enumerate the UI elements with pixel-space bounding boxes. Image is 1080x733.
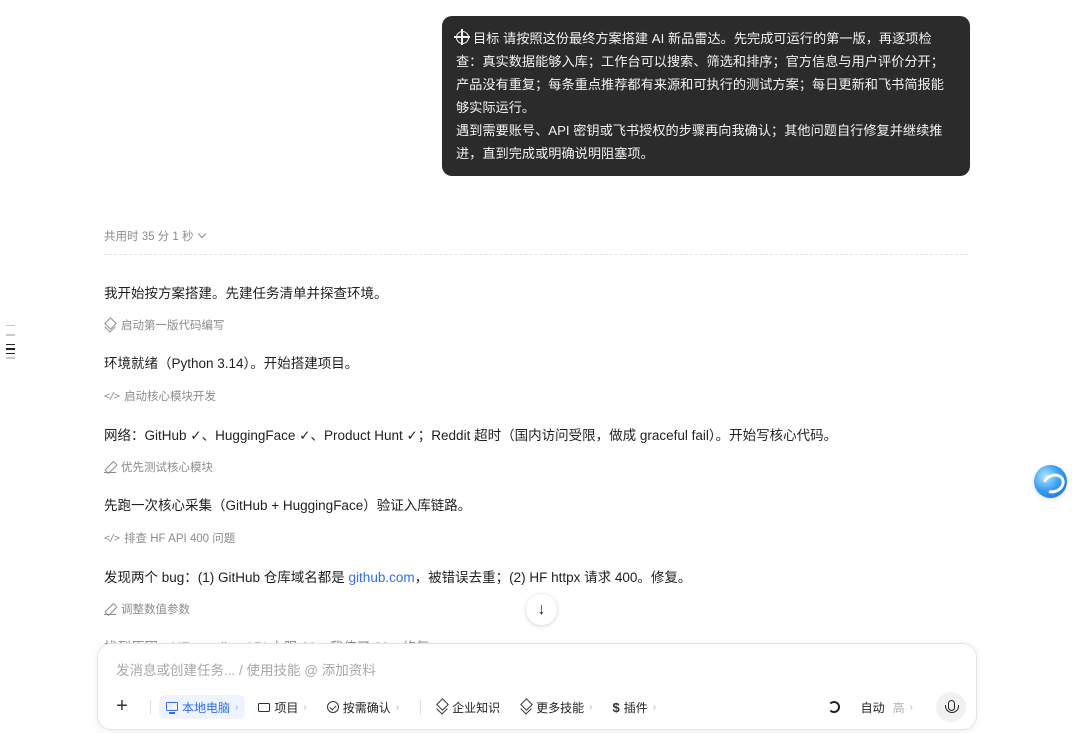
chevron-right-icon: › xyxy=(652,701,657,713)
assistant-message: 网络：GitHub ✓、HuggingFace ✓、Product Hunt ✓… xyxy=(104,428,838,443)
arrow-down-icon: ↓ xyxy=(537,600,546,618)
pen-icon xyxy=(104,461,116,473)
check-circle-icon xyxy=(326,701,339,713)
mode-level: 高 xyxy=(892,700,905,715)
step-label: 启动第一版代码编写 xyxy=(121,320,225,332)
message-composer[interactable]: 发消息或创建任务... / 使用技能 @ 添加资料 + 本地电脑 › 项目 › … xyxy=(97,643,977,730)
assistant-orb-icon[interactable] xyxy=(1034,465,1067,498)
chip-label: 企业知识 xyxy=(452,700,501,715)
plug-icon: $ xyxy=(612,699,620,715)
outline-tick-active[interactable] xyxy=(6,348,15,350)
chevron-right-icon: › xyxy=(235,701,239,713)
step-item[interactable]: 优先测试核心模块 xyxy=(104,459,213,475)
outline-tick[interactable] xyxy=(6,334,15,336)
layers-icon xyxy=(436,701,448,713)
message-text: ，被错误去重；(2) HF httpx 请求 400。修复。 xyxy=(414,570,692,585)
chat-page: 目标 请按照这份最终方案搭建 AI 新品雷达。先完成可运行的第一版，再逐项检查：… xyxy=(0,0,1080,733)
chip-label: 本地电脑 xyxy=(182,700,231,715)
github-link[interactable]: github.com xyxy=(349,570,415,585)
chip-label: 插件 xyxy=(623,700,648,715)
monitor-icon xyxy=(166,701,178,714)
plugins-chip[interactable]: $ 插件 › xyxy=(605,695,663,719)
local-computer-chip[interactable]: 本地电脑 › xyxy=(159,695,246,719)
user-message-paragraph-2: 遇到需要账号、API 密钥或飞书授权的步骤再向我确认；其他问题自行修复并继续推进… xyxy=(456,123,943,161)
elapsed-time-text: 共用时 35 分 1 秒 xyxy=(104,231,194,243)
chip-label: 项目 xyxy=(274,700,299,715)
more-skills-chip[interactable]: 更多技能 › xyxy=(513,695,599,719)
assistant-message: 发现两个 bug：(1) GitHub 仓库域名都是 github.com，被错… xyxy=(104,566,691,586)
target-icon xyxy=(454,29,470,45)
composer-input[interactable]: 发消息或创建任务... / 使用技能 @ 添加资料 xyxy=(116,659,376,679)
toolbar-divider xyxy=(420,700,422,714)
outline-tick[interactable] xyxy=(6,357,15,359)
voice-input-button[interactable] xyxy=(936,692,966,722)
chevron-down-icon xyxy=(198,229,207,239)
conversation-outline[interactable] xyxy=(6,325,16,367)
chip-label: 按需确认 xyxy=(342,700,391,715)
step-label: 调整数值参数 xyxy=(121,604,190,616)
code-icon: </> xyxy=(104,390,120,402)
outline-tick-active[interactable] xyxy=(6,352,15,355)
mode-label: 自动 xyxy=(860,700,885,715)
step-item[interactable]: 调整数值参数 xyxy=(104,601,190,617)
mode-selector[interactable]: 自动 高 › xyxy=(854,695,920,719)
scroll-to-bottom-button[interactable]: ↓ xyxy=(526,594,557,625)
chip-label: 更多技能 xyxy=(536,700,585,715)
goal-label: 目标 xyxy=(473,31,500,46)
folder-icon xyxy=(258,702,271,712)
pen-icon xyxy=(104,603,116,615)
elapsed-time-toggle[interactable]: 共用时 35 分 1 秒 xyxy=(104,228,207,244)
chevron-right-icon: › xyxy=(909,701,913,713)
confirm-mode-chip[interactable]: 按需确认 › xyxy=(320,695,406,719)
chevron-right-icon: › xyxy=(395,701,400,713)
step-item[interactable]: </> 排查 HF API 400 问题 xyxy=(104,530,235,546)
composer-toolbar: + 本地电脑 › 项目 › 按需确认 › 企业知识 更多技能 › $ 插件 › … xyxy=(110,692,966,722)
assistant-message: 先跑一次核心采集（GitHub + HuggingFace）验证入库链路。 xyxy=(104,498,472,513)
step-item[interactable]: 启动第一版代码编写 xyxy=(104,317,225,333)
user-message-bubble: 目标 请按照这份最终方案搭建 AI 新品雷达。先完成可运行的第一版，再逐项检查：… xyxy=(442,16,970,176)
loading-spinner-icon xyxy=(827,701,840,713)
step-label: 优先测试核心模块 xyxy=(121,462,213,474)
outline-tick[interactable] xyxy=(6,325,15,327)
outline-tick-active[interactable] xyxy=(6,343,15,346)
user-message-paragraph-1: 请按照这份最终方案搭建 AI 新品雷达。先完成可运行的第一版，再逐项检查：真实数… xyxy=(456,31,944,115)
message-text: 发现两个 bug：(1) GitHub 仓库域名都是 xyxy=(104,570,349,585)
step-item[interactable]: </> 启动核心模块开发 xyxy=(104,388,216,404)
project-chip[interactable]: 项目 › xyxy=(251,695,313,719)
chevron-right-icon: › xyxy=(303,701,307,713)
step-label: 排查 HF API 400 问题 xyxy=(124,533,236,545)
code-icon: </> xyxy=(104,532,120,544)
assistant-message: 环境就绪（Python 3.14）。开始搭建项目。 xyxy=(104,356,359,371)
add-button[interactable]: + xyxy=(110,695,134,719)
microphone-icon xyxy=(944,699,959,713)
enterprise-knowledge-chip[interactable]: 企业知识 xyxy=(429,695,507,719)
assistant-message: 我开始按方案搭建。先建任务清单并探查环境。 xyxy=(104,286,388,301)
toolbar-divider xyxy=(150,700,151,714)
layers-icon xyxy=(520,701,532,713)
step-label: 启动核心模块开发 xyxy=(124,391,217,403)
chevron-right-icon: › xyxy=(589,701,593,713)
divider xyxy=(104,254,968,255)
layers-icon xyxy=(104,319,116,331)
